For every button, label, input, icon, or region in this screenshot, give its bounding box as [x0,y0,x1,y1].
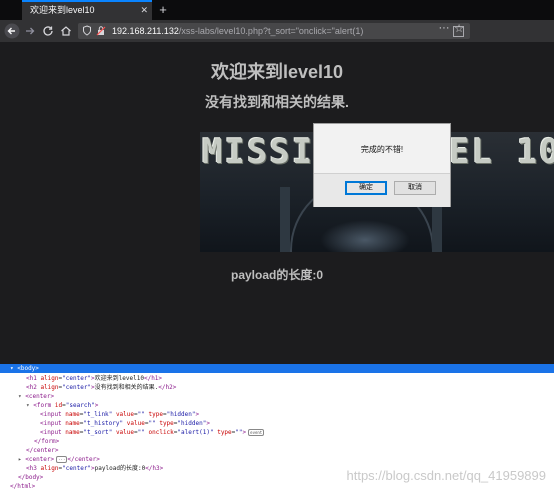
cancel-button[interactable]: 取消 [394,181,436,195]
dom-node-form[interactable]: ▾ <form id="search"> [0,401,554,410]
dom-node-html-close[interactable]: </html> [0,482,554,491]
dom-node-center-collapsed[interactable]: ▸ <center> ··· </center> [0,455,554,464]
page-subheading: 没有找到和相关的结果. [205,94,349,110]
tab-strip: 欢迎来到level10 ✕ + [0,0,554,20]
page-viewport: 欢迎来到level10 没有找到和相关的结果. MISSION LEVEL 10… [0,42,554,364]
reload-icon[interactable] [40,23,56,39]
url-path: /xss-labs/level10.php?t_sort="onclick="a… [178,26,364,36]
dom-node-center-close[interactable]: </center> [0,446,554,455]
bookmark-star-icon[interactable]: ☆ [452,22,466,35]
dom-node-body[interactable]: ▾ <body> [0,364,554,373]
active-tab[interactable]: 欢迎来到level10 ✕ [22,0,152,20]
tab-close-icon[interactable]: ✕ [140,2,148,19]
dialog-button-row: 确定 取消 [314,173,450,207]
page-heading: 欢迎来到level10 [210,62,344,82]
home-icon[interactable] [58,23,74,39]
dom-node-h2[interactable]: <h2 align="center">没有找到和相关的结果.</h2> [0,383,554,392]
dom-node-h1[interactable]: <h1 align="center">欢迎来到level10</h1> [0,374,554,383]
dom-node-input-t-link[interactable]: <input name="t_link" value="" type="hidd… [0,410,554,419]
more-actions-icon[interactable]: ··· [437,22,451,34]
back-arrow-icon[interactable] [4,23,20,39]
payload-length: payload的长度:0 [230,268,324,282]
tab-title: 欢迎来到level10 [30,5,95,15]
url-host: 192.168.211.132 [112,26,179,36]
alert-message: 完成的不错! [360,145,404,154]
devtools-inspector: ▾ <body> <h1 align="center">欢迎来到level10<… [0,364,554,497]
alert-dialog: 完成的不错! 确定 取消 [313,123,451,207]
shield-icon[interactable] [82,25,92,36]
ok-button[interactable]: 确定 [345,181,387,195]
banner-glow [320,220,410,252]
navigation-toolbar: 192.168.211.132/xss-labs/level10.php?t_s… [0,20,554,42]
forward-arrow-icon[interactable] [22,23,38,39]
new-tab-button[interactable]: + [155,0,171,20]
url-text: 192.168.211.132/xss-labs/level10.php?t_s… [112,23,363,39]
collapsed-content-badge[interactable]: ··· [56,456,68,463]
banner-column [280,187,290,252]
watermark: https://blog.csdn.net/qq_41959899 [346,468,547,483]
address-bar[interactable]: 192.168.211.132/xss-labs/level10.php?t_s… [78,23,470,39]
insecure-lock-icon[interactable] [96,25,106,36]
dom-node-center[interactable]: ▾ <center> [0,392,554,401]
dom-node-form-close[interactable]: </form> [0,437,554,446]
event-badge[interactable]: event [248,429,265,436]
dom-node-input-t-sort[interactable]: <input name="t_sort" value="" onclick="a… [0,428,554,437]
dom-node-input-t-history[interactable]: <input name="t_history" value="" type="h… [0,419,554,428]
